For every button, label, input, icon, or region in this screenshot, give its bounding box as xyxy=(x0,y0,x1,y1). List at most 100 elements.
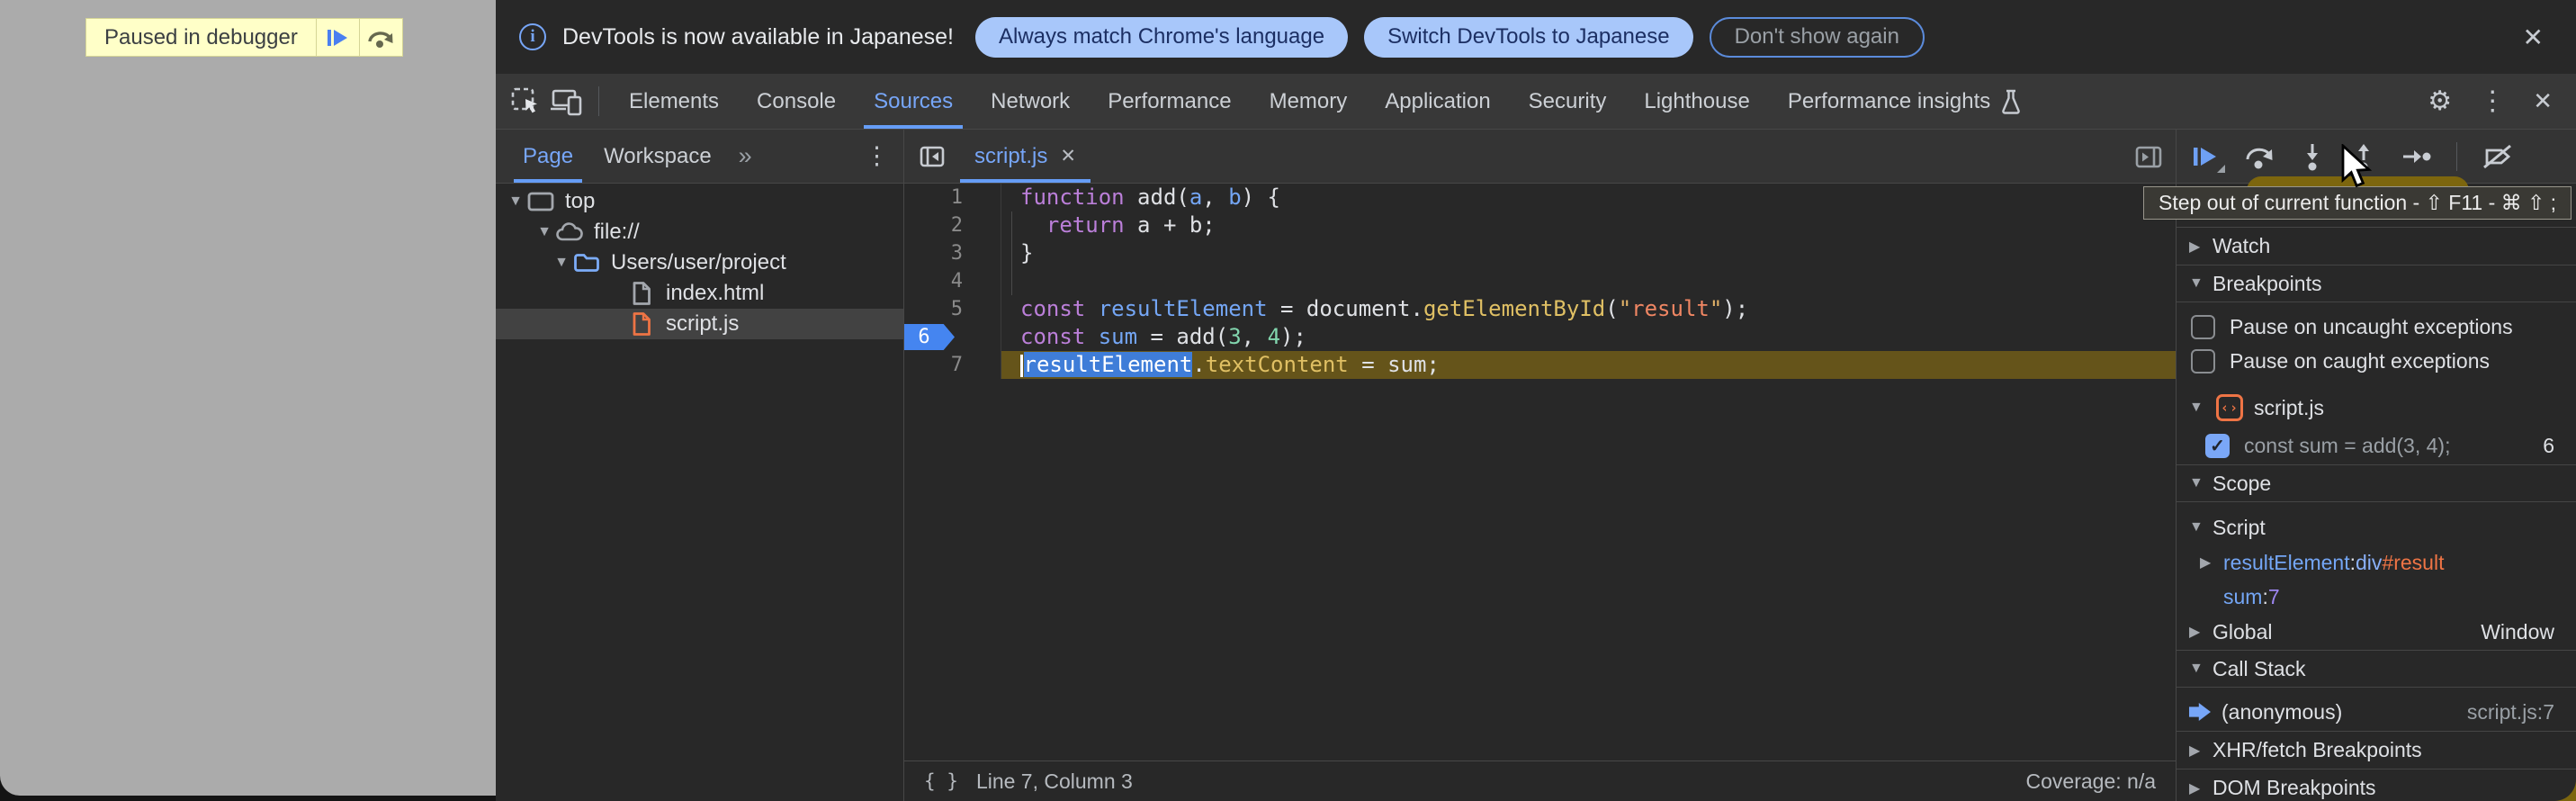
tree-item-label: file:// xyxy=(594,220,640,245)
breakpoint-checkbox[interactable]: ✓ xyxy=(2205,434,2230,458)
editor-statusbar: { } Line 7, Column 3 Coverage: n/a xyxy=(904,760,2176,801)
line-number[interactable]: 6 xyxy=(904,323,1001,351)
line-number[interactable]: 2 xyxy=(904,212,1001,239)
code-editor[interactable]: 1function add(a, b) {2 return a + b;3}45… xyxy=(904,184,2176,760)
navigator-tab-page[interactable]: Page xyxy=(519,130,577,183)
line-number[interactable]: 1 xyxy=(904,184,1001,212)
tab-label: Sources xyxy=(874,89,953,114)
tab-label: Memory xyxy=(1270,89,1348,114)
step-into-button[interactable] xyxy=(2299,142,2326,171)
token-pln: } xyxy=(1020,240,1033,266)
section-watch[interactable]: ▶Watch xyxy=(2177,227,2576,265)
infobar-close-icon[interactable]: ✕ xyxy=(2514,19,2553,56)
settings-gear-icon[interactable]: ⚙ xyxy=(2417,86,2463,117)
breakpoint-badge[interactable]: 6 xyxy=(904,324,955,350)
tab-sources[interactable]: Sources xyxy=(855,74,972,129)
tab-memory[interactable]: Memory xyxy=(1251,74,1367,129)
section-call-stack[interactable]: ▼Call Stack xyxy=(2177,650,2576,688)
more-options-kebab-icon[interactable]: ⋮ xyxy=(2468,86,2517,117)
tree-item-index-html[interactable]: index.html xyxy=(496,278,903,309)
tab-label: Security xyxy=(1529,89,1607,114)
token-pln xyxy=(1085,296,1098,321)
checkbox-row-pause-on-caught-exceptions[interactable]: Pause on caught exceptions xyxy=(2177,344,2576,378)
editor-tab-close-icon[interactable]: ✕ xyxy=(1060,145,1076,167)
breakpoint-snippet: const sum = add(3, 4); xyxy=(2244,434,2450,458)
resume-button[interactable] xyxy=(2191,143,2220,170)
deactivate-breakpoints-button[interactable] xyxy=(2482,142,2514,171)
navigator-kebab-icon[interactable]: ⋮ xyxy=(865,142,889,170)
scope-variable[interactable]: ▶resultElement: div#result xyxy=(2177,545,2576,580)
scope-variable[interactable]: sum: 7 xyxy=(2177,580,2576,614)
section-scope[interactable]: ▼Scope xyxy=(2177,464,2576,502)
expand-arrow-icon[interactable]: ▼ xyxy=(505,194,526,210)
devtools-tabbar: ElementsConsoleSourcesNetworkPerformance… xyxy=(496,74,2576,130)
tree-item-file-[interactable]: ▼ file:// xyxy=(496,217,903,248)
section-label: XHR/fetch Breakpoints xyxy=(2212,738,2422,762)
expand-arrow-icon[interactable]: ▶ xyxy=(2200,554,2223,572)
scope-global[interactable]: ▶GlobalWindow xyxy=(2177,614,2576,650)
step-button[interactable] xyxy=(2401,143,2432,170)
expand-arrow-icon[interactable]: ▶ xyxy=(2189,742,2212,760)
breakpoint-group-script-js[interactable]: ▼‹›script.js xyxy=(2177,389,2576,427)
call-stack-frame[interactable]: (anonymous)script.js:7 xyxy=(2177,693,2576,731)
collapse-arrow-icon[interactable]: ▼ xyxy=(2189,519,2212,536)
code-line-6: 6 const sum = add(3, 4); xyxy=(904,323,2176,351)
scope-script[interactable]: ▼Script xyxy=(2177,509,2576,545)
tab-lighthouse[interactable]: Lighthouse xyxy=(1625,74,1768,129)
navigator-tab-workspace[interactable]: Workspace xyxy=(600,130,715,183)
step-over-button[interactable] xyxy=(2244,142,2275,171)
toggle-navigator-button[interactable] xyxy=(917,141,947,172)
checkbox-row-pause-on-uncaught-exceptions[interactable]: Pause on uncaught exceptions xyxy=(2177,310,2576,344)
expand-arrow-icon[interactable]: ▶ xyxy=(2189,623,2212,641)
devtools-window: i DevTools is now available in Japanese!… xyxy=(496,0,2576,801)
inspect-element-button[interactable] xyxy=(505,74,546,129)
expand-arrow-icon[interactable]: ▶ xyxy=(2189,238,2212,256)
device-toolbar-button[interactable] xyxy=(546,74,588,129)
expand-arrow-icon[interactable]: ▶ xyxy=(2189,779,2212,797)
collapse-arrow-icon[interactable]: ▼ xyxy=(2189,475,2212,491)
tab-security[interactable]: Security xyxy=(1510,74,1626,129)
tab-elements[interactable]: Elements xyxy=(610,74,738,129)
tree-item-script-js[interactable]: script.js xyxy=(496,309,903,339)
collapse-left-panel-icon xyxy=(917,141,947,172)
breakpoint-entry[interactable]: ✓const sum = add(3, 4);6 xyxy=(2177,427,2576,464)
tree-item-top[interactable]: ▼top xyxy=(496,186,903,217)
resume-script-button[interactable] xyxy=(316,19,359,56)
section-dom-breakpoints[interactable]: ▶DOM Breakpoints xyxy=(2177,769,2576,801)
collapse-arrow-icon[interactable]: ▼ xyxy=(2189,661,2212,677)
collapse-arrow-icon[interactable]: ▼ xyxy=(2189,400,2212,416)
code-line-7: 7resultElement.textContent = sum; xyxy=(904,351,2176,379)
checkbox[interactable] xyxy=(2191,349,2215,374)
dont-show-again-button[interactable]: Don't show again xyxy=(1710,17,1925,58)
line-number[interactable]: 3 xyxy=(904,239,1001,267)
expand-arrow-icon[interactable]: ▼ xyxy=(534,224,555,240)
switch-to-japanese-button[interactable]: Switch DevTools to Japanese xyxy=(1364,17,1693,58)
always-match-language-button[interactable]: Always match Chrome's language xyxy=(975,17,1348,58)
line-number[interactable]: 4 xyxy=(904,267,1001,295)
tab-performance-insights[interactable]: Performance insights xyxy=(1769,74,2042,129)
line-number[interactable]: 5 xyxy=(904,295,1001,323)
tab-performance[interactable]: Performance xyxy=(1089,74,1250,129)
editor-tab-label: script.js xyxy=(974,144,1047,169)
step-over-banner-button[interactable] xyxy=(359,19,402,56)
debugger-toolbar-separator xyxy=(2456,142,2457,171)
section-breakpoints[interactable]: ▼Breakpoints xyxy=(2177,265,2576,302)
collapse-arrow-icon[interactable]: ▼ xyxy=(2189,275,2212,292)
editor-tab-scriptjs[interactable]: script.js ✕ xyxy=(960,130,1091,183)
devtools-close-icon[interactable]: ✕ xyxy=(2522,87,2563,115)
text-caret xyxy=(1020,355,1023,377)
toggle-debugger-sidebar-button[interactable] xyxy=(2132,140,2165,177)
pretty-print-button[interactable]: { } xyxy=(924,770,958,792)
code-text: const sum = add(3, 4); xyxy=(1001,323,2176,351)
file-js-icon xyxy=(627,311,656,337)
more-tabs-chevrons[interactable]: » xyxy=(739,142,752,170)
tab-console[interactable]: Console xyxy=(738,74,855,129)
tree-item-users-user-project[interactable]: ▼Users/user/project xyxy=(496,248,903,278)
section-xhr-fetch-breakpoints[interactable]: ▶XHR/fetch Breakpoints xyxy=(2177,731,2576,769)
line-number[interactable]: 7 xyxy=(904,351,1001,379)
token-pln: , xyxy=(1242,324,1268,349)
tab-application[interactable]: Application xyxy=(1366,74,1509,129)
tab-network[interactable]: Network xyxy=(972,74,1089,129)
checkbox[interactable] xyxy=(2191,315,2215,339)
expand-arrow-icon[interactable]: ▼ xyxy=(551,255,572,271)
